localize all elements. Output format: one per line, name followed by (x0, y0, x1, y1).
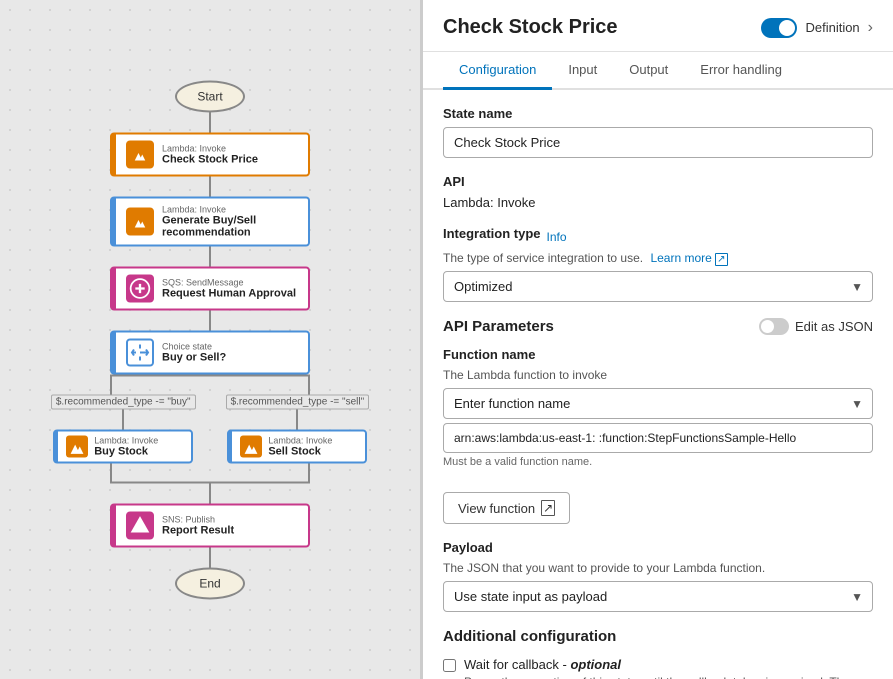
edit-json-switch[interactable] (759, 318, 789, 335)
wait-for-callback-row: Wait for callback - optional Pause the e… (443, 657, 873, 679)
choice-title: Buy or Sell? (162, 351, 226, 363)
api-group: API Lambda: Invoke (443, 174, 873, 210)
payload-select[interactable]: Use state input as payload (443, 581, 873, 612)
sqs-icon (126, 274, 154, 302)
sqs-title: Request Human Approval (162, 287, 296, 299)
sqs-node[interactable]: SQS: SendMessage Request Human Approval (110, 266, 310, 310)
wait-for-callback-desc: Pause the execution of this state until … (464, 675, 873, 679)
left-branch: $.recommended_type -= "buy" Lambda: Invo… (51, 394, 196, 463)
external-link-icon: ↗ (715, 253, 727, 266)
connector (122, 409, 124, 429)
check-stock-title: Check Stock Price (162, 153, 258, 165)
choice-node[interactable]: Choice state Buy or Sell? (110, 330, 310, 374)
tab-configuration[interactable]: Configuration (443, 52, 552, 90)
state-name-group: State name (443, 106, 873, 158)
buy-stock-label: Lambda: Invoke (94, 435, 158, 445)
choice-label: Choice state (162, 341, 226, 351)
function-name-label: Function name (443, 347, 873, 362)
generate-label: Lambda: Invoke (162, 204, 298, 214)
payload-desc: The JSON that you want to provide to you… (443, 561, 873, 575)
view-function-button[interactable]: View function ↗ (443, 492, 570, 524)
payload-select-wrapper: Use state input as payload ▼ (443, 581, 873, 612)
check-stock-node[interactable]: Lambda: Invoke Check Stock Price (110, 132, 310, 176)
sell-stock-node[interactable]: Lambda: Invoke Sell Stock (227, 429, 367, 463)
payload-group: Payload The JSON that you want to provid… (443, 540, 873, 612)
definition-toggle[interactable] (761, 18, 797, 38)
connector (209, 176, 211, 196)
content-area: State name API Lambda: Invoke Integratio… (423, 90, 893, 679)
function-name-group: Function name The Lambda function to inv… (443, 347, 873, 468)
right-header: Check Stock Price Definition › (423, 0, 893, 52)
edit-json-toggle: Edit as JSON (759, 318, 873, 335)
additional-config: Additional configuration Wait for callba… (443, 628, 873, 679)
connector (209, 112, 211, 132)
info-link[interactable]: Info (547, 230, 567, 244)
start-node[interactable]: Start (175, 80, 245, 112)
choice-icon (126, 338, 154, 366)
tab-error-handling[interactable]: Error handling (684, 52, 798, 90)
sns-title: Report Result (162, 524, 234, 536)
chevron-right-icon[interactable]: › (868, 19, 873, 37)
function-name-desc: The Lambda function to invoke (443, 368, 873, 382)
additional-config-title: Additional configuration (443, 628, 873, 645)
lambda-icon (66, 435, 88, 457)
api-params-title: API Parameters (443, 318, 554, 335)
integration-type-select[interactable]: Optimized (443, 271, 873, 302)
integration-type-desc: The type of service integration to use. … (443, 251, 873, 265)
workflow-panel: Start Lambda: Invoke Check Stock Price L… (0, 0, 420, 679)
api-value: Lambda: Invoke (443, 195, 873, 210)
connector (296, 409, 298, 429)
header-controls: Definition › (761, 18, 873, 38)
sell-stock-title: Sell Stock (268, 445, 332, 457)
connector (209, 483, 211, 503)
sns-icon (126, 511, 154, 539)
generate-node[interactable]: Lambda: Invoke Generate Buy/Sell recomme… (110, 196, 310, 246)
api-params-header: API Parameters Edit as JSON (443, 318, 873, 335)
state-name-input[interactable] (443, 127, 873, 158)
lambda-icon (240, 435, 262, 457)
integration-type-group: Integration type Info The type of servic… (443, 226, 873, 302)
learn-more-link[interactable]: Learn more ↗ (650, 251, 727, 265)
sell-stock-label: Lambda: Invoke (268, 435, 332, 445)
function-name-select-wrapper: Enter function name ▼ (443, 388, 873, 419)
external-link-icon: ↗ (541, 500, 555, 516)
connector (209, 246, 211, 266)
buy-condition: $.recommended_type -= "buy" (51, 394, 196, 409)
tabs-bar: Configuration Input Output Error handlin… (423, 52, 893, 90)
optional-text: optional (570, 657, 621, 672)
right-panel: Check Stock Price Definition › Configura… (423, 0, 893, 679)
right-branch: $.recommended_type -= "sell" Lambda: Inv… (226, 394, 370, 463)
page-title: Check Stock Price (443, 16, 618, 39)
lambda-icon (126, 140, 154, 168)
end-node[interactable]: End (175, 567, 245, 599)
lambda-icon (126, 207, 154, 235)
wait-for-callback-checkbox[interactable] (443, 659, 456, 672)
function-name-select[interactable]: Enter function name (443, 388, 873, 419)
wait-for-callback-label: Wait for callback - optional (464, 657, 621, 672)
connector (209, 547, 211, 567)
payload-label: Payload (443, 540, 873, 555)
state-name-label: State name (443, 106, 873, 121)
sell-condition: $.recommended_type -= "sell" (226, 394, 370, 409)
check-stock-label: Lambda: Invoke (162, 143, 258, 153)
branch-row: $.recommended_type -= "buy" Lambda: Invo… (51, 394, 369, 463)
integration-type-select-wrapper: Optimized ▼ (443, 271, 873, 302)
sns-label: SNS: Publish (162, 514, 234, 524)
tab-input[interactable]: Input (552, 52, 613, 90)
workflow-diagram: Start Lambda: Invoke Check Stock Price L… (40, 80, 380, 599)
tab-output[interactable]: Output (613, 52, 684, 90)
hint-text: Must be a valid function name. (443, 456, 873, 468)
sqs-label: SQS: SendMessage (162, 277, 296, 287)
connector (209, 310, 211, 330)
integration-type-label: Integration type (443, 226, 541, 241)
branch-area: $.recommended_type -= "buy" Lambda: Invo… (40, 374, 380, 483)
arn-value: arn:aws:lambda:us-east-1: :function:Step… (443, 423, 873, 453)
buy-stock-node[interactable]: Lambda: Invoke Buy Stock (53, 429, 193, 463)
definition-label: Definition (805, 20, 859, 35)
edit-json-label: Edit as JSON (795, 319, 873, 334)
buy-stock-title: Buy Stock (94, 445, 158, 457)
sns-node[interactable]: SNS: Publish Report Result (110, 503, 310, 547)
generate-title: Generate Buy/Sell recommendation (162, 214, 298, 238)
api-label: API (443, 174, 873, 189)
